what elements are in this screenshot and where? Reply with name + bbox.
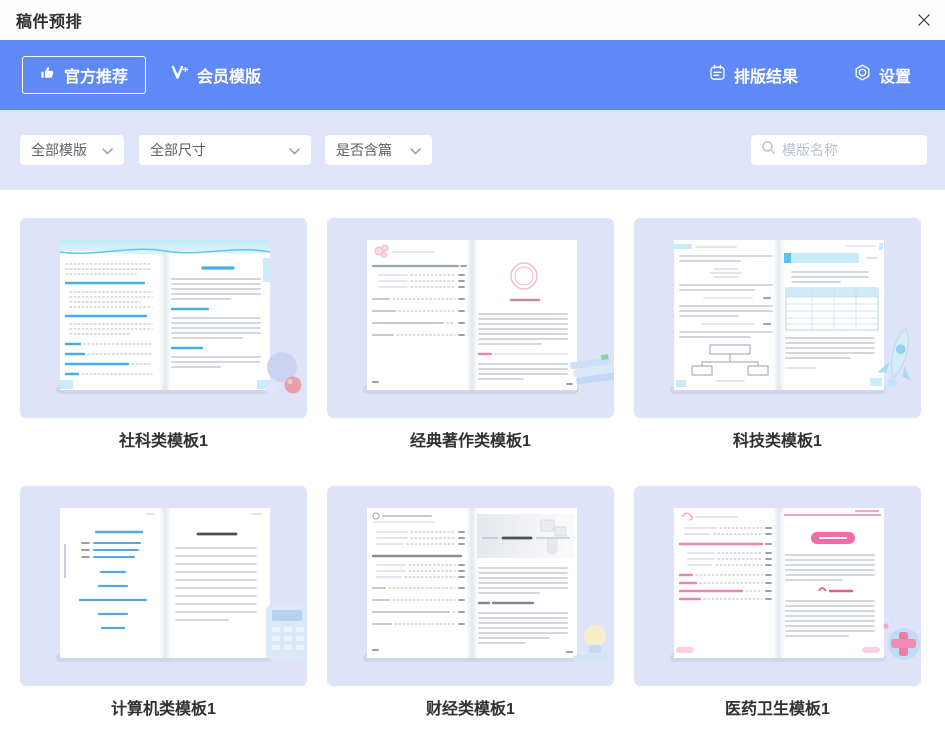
book-spread-illustration-medical [634, 486, 921, 686]
book-spread-illustration-computer [20, 486, 307, 686]
member-template-label: 会员模版 [197, 63, 261, 87]
template-preview [327, 218, 614, 418]
template-preview [634, 486, 921, 686]
gear-icon [854, 64, 871, 86]
chevron-down-icon [289, 142, 300, 158]
template-card-social-science[interactable]: 社科类模板1 [20, 218, 307, 486]
manuscript-prelayout-dialog: 稿件预排 官方推荐 会员模版 排版结果 [0, 0, 945, 729]
book-spread-illustration-classic [327, 218, 614, 418]
template-card-medical[interactable]: 医药卫生模板1 [634, 486, 921, 729]
template-card-technology[interactable]: 科技类模板1 [634, 218, 921, 486]
template-preview [634, 218, 921, 418]
template-card-computer[interactable]: 计算机类模板1 [20, 486, 307, 729]
thumbs-up-icon [40, 65, 55, 85]
titlebar: 稿件预排 [0, 0, 945, 40]
filter-bar: 全部模版 全部尺寸 是否含篇 [0, 110, 945, 190]
settings-button[interactable]: 设置 [854, 63, 911, 87]
close-icon[interactable] [913, 9, 935, 31]
template-type-value: 全部模版 [31, 140, 87, 160]
template-card-label: 科技类模板1 [634, 431, 921, 453]
template-card-label: 医药卫生模板1 [634, 699, 921, 721]
settings-label: 设置 [879, 63, 911, 87]
template-preview [20, 486, 307, 686]
template-card-label: 经典著作类模板1 [327, 431, 614, 453]
has-sections-value: 是否含篇 [336, 140, 392, 160]
dialog-title: 稿件预排 [16, 8, 82, 32]
size-dropdown[interactable]: 全部尺寸 [139, 135, 311, 165]
chevron-down-icon [410, 142, 421, 158]
official-recommend-label: 官方推荐 [64, 63, 128, 87]
book-spread-illustration-finance [327, 486, 614, 686]
size-value: 全部尺寸 [150, 140, 206, 160]
toolbar: 官方推荐 会员模版 排版结果 设置 [0, 40, 945, 110]
has-sections-dropdown[interactable]: 是否含篇 [325, 135, 432, 165]
template-card-finance[interactable]: 财经类模板1 [327, 486, 614, 729]
book-spread-illustration-social [20, 218, 307, 418]
template-card-label: 计算机类模板1 [20, 699, 307, 721]
template-search-box [751, 135, 927, 165]
clipboard-icon [709, 64, 726, 86]
template-card-label: 社科类模板1 [20, 431, 307, 453]
layout-result-label: 排版结果 [734, 63, 798, 87]
layout-result-button[interactable]: 排版结果 [709, 63, 798, 87]
template-grid: 社科类模板1 [0, 190, 945, 729]
template-card-label: 财经类模板1 [327, 699, 614, 721]
chevron-down-icon [102, 142, 113, 158]
template-preview [327, 486, 614, 686]
member-template-tab[interactable]: 会员模版 [161, 56, 271, 94]
template-preview [20, 218, 307, 418]
official-recommend-button[interactable]: 官方推荐 [22, 56, 146, 94]
book-spread-illustration-tech [634, 218, 921, 418]
toolbar-right: 排版结果 设置 [709, 63, 911, 87]
template-search-input[interactable] [782, 142, 917, 158]
template-card-classic-works[interactable]: 经典著作类模板1 [327, 218, 614, 486]
vip-v-icon [171, 65, 190, 85]
template-type-dropdown[interactable]: 全部模版 [20, 135, 124, 165]
search-icon [761, 140, 776, 160]
